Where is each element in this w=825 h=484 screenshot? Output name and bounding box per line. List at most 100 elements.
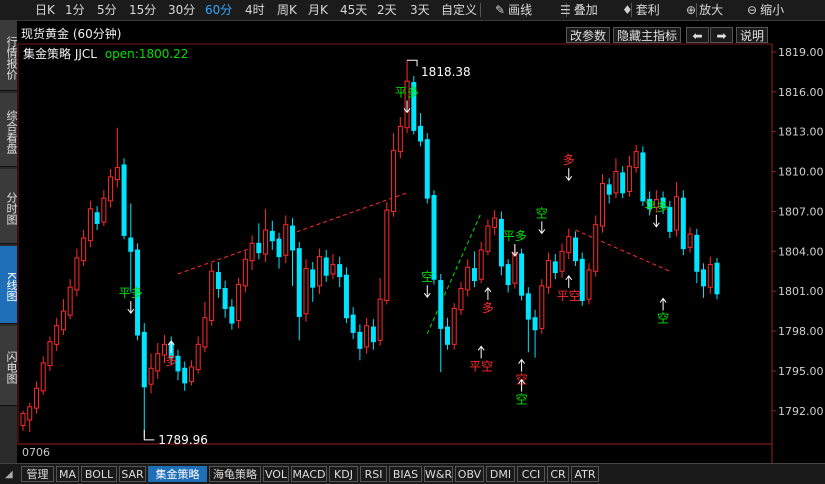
indicator-tab-7[interactable]: MACD (291, 466, 327, 482)
candle-body (202, 317, 208, 348)
indicator-tab-10[interactable]: BIAS (389, 466, 422, 482)
candle-body (343, 274, 349, 319)
candle-body (701, 269, 707, 287)
signal-label: 空 (536, 206, 548, 220)
candle-body (263, 229, 269, 255)
candle-body (714, 262, 720, 295)
low-marker (143, 429, 155, 441)
y-tick-label: 1804.00 (778, 245, 824, 258)
candle-body (60, 310, 66, 331)
signal-label: 平多 (395, 85, 419, 99)
candle-body (613, 171, 619, 194)
candle-body (47, 341, 53, 367)
candle-body (519, 253, 525, 296)
down-arrow-icon (423, 285, 431, 299)
signal-label: 多 (165, 354, 177, 368)
candle-body (599, 183, 605, 227)
y-tick-label: 1816.00 (778, 86, 824, 99)
candle-body (310, 269, 316, 288)
indicator-tab-15[interactable]: CR (547, 466, 569, 482)
candle-body (626, 165, 632, 193)
candle-body (505, 264, 511, 286)
candle-body (20, 412, 26, 426)
indicator-tab-13[interactable]: DMI (486, 466, 515, 482)
indicator-tab-0[interactable]: 管理 (21, 466, 54, 482)
candle-body (188, 366, 194, 383)
candle-body (458, 288, 464, 311)
candle-body (593, 224, 599, 272)
candle-body (674, 196, 680, 231)
indicator-tab-9[interactable]: RSI (360, 466, 387, 482)
indicator-tab-6[interactable]: VOL (263, 466, 289, 482)
y-tick-label: 1798.00 (778, 325, 824, 338)
candle-body (384, 209, 390, 301)
y-tick-label: 1795.00 (778, 365, 824, 378)
down-arrow-icon (538, 221, 546, 235)
indicator-tab-14[interactable]: CCI (517, 466, 545, 482)
candle-body (559, 250, 565, 272)
expand-corner-icon[interactable]: ◢ (5, 469, 13, 480)
candle-body (209, 270, 215, 321)
up-arrow-icon (659, 297, 667, 311)
candle-body (67, 286, 73, 316)
candle-body (539, 285, 545, 329)
up-arrow-icon (565, 275, 573, 288)
indicator-tab-3[interactable]: SAR (119, 466, 146, 482)
candle-body (586, 269, 592, 300)
y-tick-label: 1813.00 (778, 126, 824, 139)
indicator-tab-5[interactable]: 海龟策略 (209, 466, 261, 482)
candle-body (667, 206, 673, 232)
indicator-tab-4[interactable]: 集金策略 (148, 466, 207, 482)
indicator-tab-11[interactable]: W&R (424, 466, 453, 482)
down-arrow-icon (565, 168, 573, 182)
candle-body (337, 264, 343, 278)
candle-body (350, 314, 356, 333)
date-label: 0706 (22, 446, 50, 459)
indicator-tab-8[interactable]: KDJ (329, 466, 358, 482)
candle-body (27, 406, 33, 421)
candle-body (357, 331, 363, 349)
candle-body (525, 293, 531, 320)
candle-body (444, 326, 450, 345)
candle-body (512, 252, 518, 284)
candle-body (633, 151, 639, 169)
candle-body (155, 353, 161, 372)
indicator-tab-2[interactable]: BOLL (81, 466, 117, 482)
candle-body (431, 194, 437, 280)
candle-body (532, 317, 538, 331)
signal-label: 平多 (644, 200, 668, 214)
candle-body (680, 197, 686, 250)
candle-body (290, 225, 296, 251)
candle-body (108, 176, 114, 202)
candle-body (391, 149, 397, 212)
candle-body (438, 280, 444, 329)
candle-body (485, 225, 491, 252)
candle-body (397, 125, 403, 153)
signal-label: 平多 (119, 286, 143, 300)
candle-body (195, 343, 201, 371)
candle-body (552, 261, 558, 274)
candle-body (316, 256, 322, 287)
up-arrow-icon (477, 345, 485, 359)
candle-body (222, 288, 228, 309)
candle-body (269, 230, 275, 242)
candle-body (101, 197, 107, 223)
candle-body (229, 306, 235, 324)
candle-body (370, 326, 376, 343)
high-marker (407, 59, 418, 67)
candle-body (40, 362, 46, 392)
candle-body (81, 237, 87, 262)
candle-body (87, 208, 93, 242)
candle-body (424, 139, 430, 199)
indicator-tab-12[interactable]: OBV (455, 466, 484, 482)
signal-label: 平多 (503, 229, 527, 243)
candle-body (54, 325, 60, 345)
candlestick-chart[interactable]: 1819.00 1816.00 1813.00 1810.00 1807.00 1804.… (0, 0, 825, 463)
indicator-tab-1[interactable]: MA (56, 466, 79, 482)
candle-body (579, 258, 585, 301)
signal-label: 空 (516, 393, 528, 407)
candle-body (128, 237, 134, 252)
indicator-tab-16[interactable]: ATR (571, 466, 599, 482)
down-arrow-icon (652, 214, 660, 228)
candle-body (492, 217, 498, 228)
